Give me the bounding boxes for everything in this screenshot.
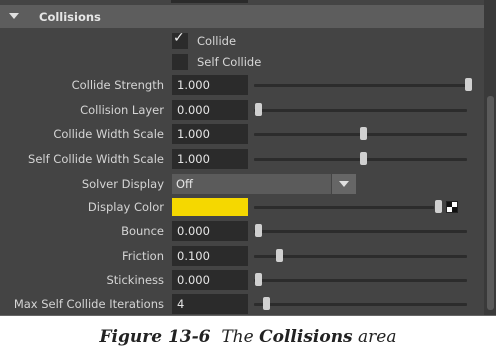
collision-layer-field[interactable]: 0.000 [172,100,248,120]
solver-display-row: Solver Display Off [0,173,484,195]
scrollbar-thumb[interactable] [487,96,494,310]
display-color-row: Display Color [0,196,484,218]
vertical-scrollbar[interactable] [484,0,496,315]
collapse-arrow-icon[interactable] [9,13,19,19]
stickiness-slider-handle[interactable] [255,273,262,286]
attribute-editor-panel: Collisions ✓ Collide Self Collide Collid… [0,0,496,316]
self-collide-width-scale-label: Self Collide Width Scale [28,152,164,166]
self-collide-width-scale-slider-handle[interactable] [360,152,367,165]
collide-strength-field[interactable]: 1.000 [172,75,248,95]
bounce-label: Bounce [121,224,164,238]
friction-field[interactable]: 0.100 [172,246,248,266]
bounce-slider-handle[interactable] [255,224,262,237]
collide-width-scale-slider-handle[interactable] [360,127,367,140]
collide-strength-slider-track[interactable] [254,84,467,87]
texture-map-button-checker-icon[interactable] [446,201,458,213]
collide-width-scale-row: Collide Width Scale 1.000 [0,123,484,145]
friction-slider-track[interactable] [254,255,467,258]
stickiness-label: Stickiness [106,273,164,287]
checker-cell [452,207,457,212]
display-color-slider-handle[interactable] [435,200,442,213]
display-color-label: Display Color [87,200,164,214]
self-collide-label: Self Collide [197,55,262,69]
caption-emphasis: Collisions [259,327,353,347]
collision-layer-slider-handle[interactable] [255,103,262,116]
collide-strength-label: Collide Strength [71,78,164,92]
self-collide-checkbox-row[interactable]: Self Collide [172,53,261,71]
collide-checkbox-row[interactable]: ✓ Collide [172,30,237,50]
max-self-collide-iterations-row: Max Self Collide Iterations 4 [0,293,484,315]
previous-field-edge [171,0,248,3]
dropdown-button[interactable] [331,174,356,194]
stickiness-row: Stickiness 0.000 [0,269,484,291]
friction-label: Friction [121,249,164,263]
section-title: Collisions [39,10,101,24]
previous-section-remnant [0,0,484,4]
chevron-down-icon [339,181,349,187]
stickiness-field[interactable]: 0.000 [172,270,248,290]
collide-width-scale-label: Collide Width Scale [53,127,164,141]
checkmark-icon: ✓ [173,30,185,46]
stickiness-slider-track[interactable] [254,279,467,282]
collide-label: Collide [197,34,237,48]
solver-display-label: Solver Display [81,177,164,191]
figure-number: Figure 13-6 [99,327,211,347]
collide-width-scale-field[interactable]: 1.000 [172,124,248,144]
max-self-collide-iterations-slider-track[interactable] [254,303,467,306]
bounce-slider-track[interactable] [254,230,467,233]
section-header-collisions[interactable]: Collisions [0,5,484,28]
figure-caption: Figure 13-6 The Collisions area [0,327,496,347]
collision-layer-slider-track[interactable] [254,109,467,112]
self-collide-checkbox[interactable] [172,54,188,70]
collision-layer-label: Collision Layer [80,103,164,117]
collide-strength-row: Collide Strength 1.000 [0,74,484,96]
collide-checkbox[interactable]: ✓ [172,30,188,49]
collide-strength-slider-handle[interactable] [465,78,472,91]
max-self-collide-iterations-slider-handle[interactable] [263,297,271,310]
caption-text-before: The [221,327,254,347]
max-self-collide-iterations-field[interactable]: 4 [172,294,248,314]
caption-text-after: area [358,327,397,347]
self-collide-width-scale-field[interactable]: 1.000 [172,149,248,169]
display-color-slider-track[interactable] [254,206,434,209]
solver-display-value: Off [176,177,193,191]
display-color-swatch[interactable] [172,198,248,216]
collision-layer-row: Collision Layer 0.000 [0,99,484,121]
bounce-row: Bounce 0.000 [0,220,484,242]
friction-row: Friction 0.100 [0,245,484,267]
self-collide-width-scale-row: Self Collide Width Scale 1.000 [0,148,484,170]
friction-slider-handle[interactable] [276,249,283,262]
bounce-field[interactable]: 0.000 [172,221,248,241]
max-self-collide-iterations-label: Max Self Collide Iterations [13,297,164,311]
solver-display-dropdown[interactable]: Off [172,174,356,194]
